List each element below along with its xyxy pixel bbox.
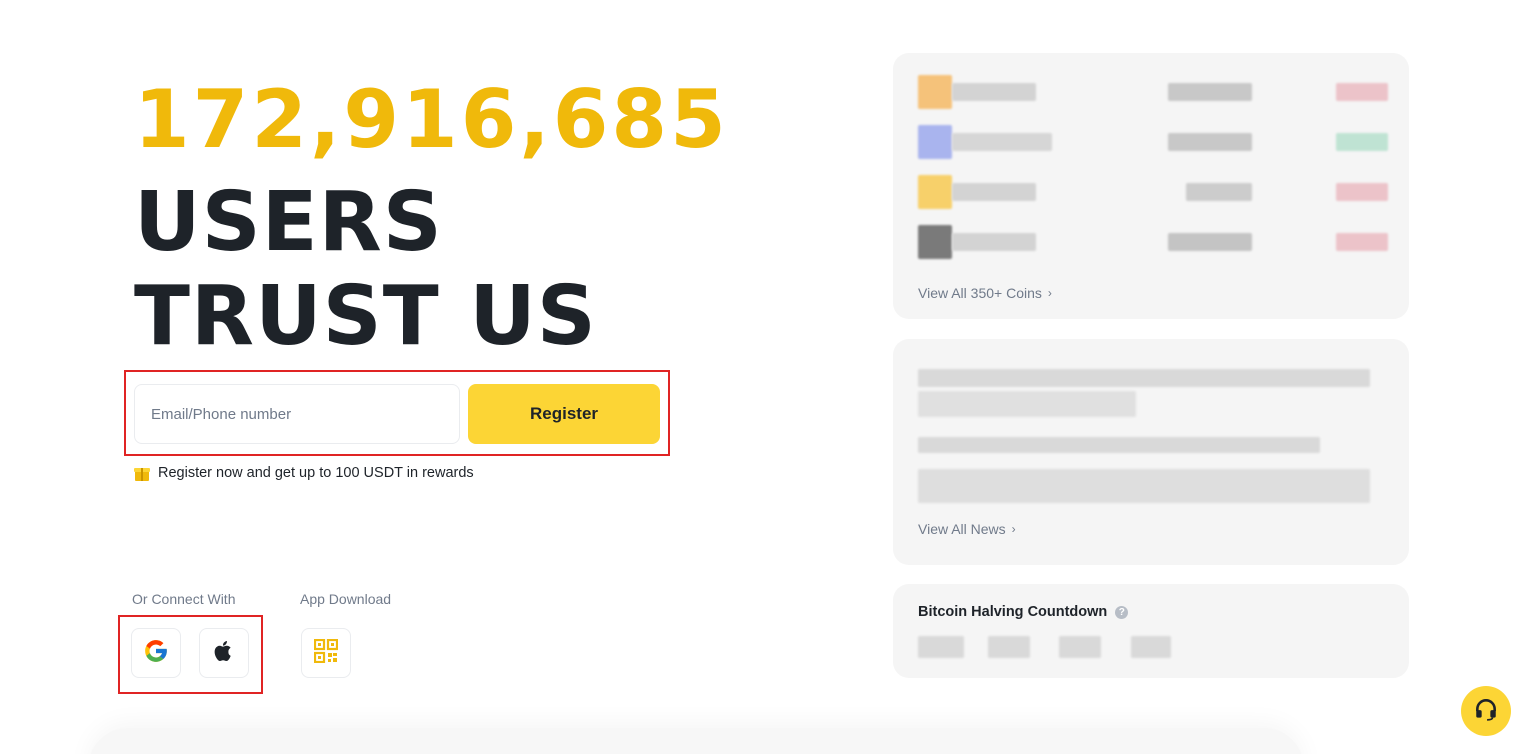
halving-title-text: Bitcoin Halving Countdown — [918, 604, 1108, 620]
page: 172,916,685 USERS TRUST US Register Regi… — [0, 0, 1536, 754]
user-count: 172,916,685 — [134, 73, 729, 166]
app-download-qr-button[interactable] — [301, 628, 351, 678]
news-item[interactable] — [918, 391, 1136, 417]
register-button[interactable]: Register — [468, 384, 660, 444]
google-icon — [143, 638, 169, 669]
register-promo: Register now and get up to 100 USDT in r… — [134, 463, 474, 483]
news-item[interactable] — [918, 469, 1370, 503]
app-download-label: App Download — [300, 591, 392, 607]
news-item[interactable] — [918, 437, 1320, 453]
help-icon[interactable]: ? — [1115, 605, 1129, 619]
countdown-value — [1131, 636, 1171, 658]
coin-row[interactable] — [918, 225, 1388, 259]
apple-icon — [212, 639, 236, 668]
view-all-coins-link[interactable]: View All 350+ Coins › — [918, 285, 1052, 301]
google-login-button[interactable] — [131, 628, 181, 678]
news-item[interactable] — [918, 369, 1370, 387]
coin-row[interactable] — [918, 125, 1388, 159]
halving-countdown-card: Bitcoin Halving Countdown ? — [893, 584, 1409, 678]
coin-row[interactable] — [918, 75, 1388, 109]
coins-card: View All 350+ Coins › — [893, 53, 1409, 319]
halving-title: Bitcoin Halving Countdown ? — [918, 604, 1129, 620]
headset-icon — [1473, 696, 1499, 727]
bottom-panel — [88, 728, 1304, 754]
hero-headline-line1: USERS — [134, 175, 443, 270]
apple-login-button[interactable] — [199, 628, 249, 678]
view-all-news-link[interactable]: View All News › — [918, 521, 1016, 537]
countdown-value — [988, 636, 1030, 658]
qr-code-icon — [313, 638, 339, 668]
hero-headline-line2: TRUST US — [134, 269, 597, 364]
coin-row[interactable] — [918, 175, 1388, 209]
chevron-right-icon: › — [1011, 522, 1016, 536]
connect-with-label: Or Connect With — [132, 591, 236, 607]
gift-icon — [134, 465, 150, 481]
view-all-coins-label: View All 350+ Coins — [918, 285, 1042, 301]
view-all-news-label: View All News — [918, 521, 1006, 537]
email-phone-input[interactable] — [134, 384, 460, 444]
promo-text: Register now and get up to 100 USDT in r… — [158, 465, 474, 481]
support-chat-button[interactable] — [1461, 686, 1511, 736]
news-card: View All News › — [893, 339, 1409, 565]
countdown-value — [918, 636, 964, 658]
chevron-right-icon: › — [1047, 286, 1052, 300]
countdown-value — [1059, 636, 1101, 658]
